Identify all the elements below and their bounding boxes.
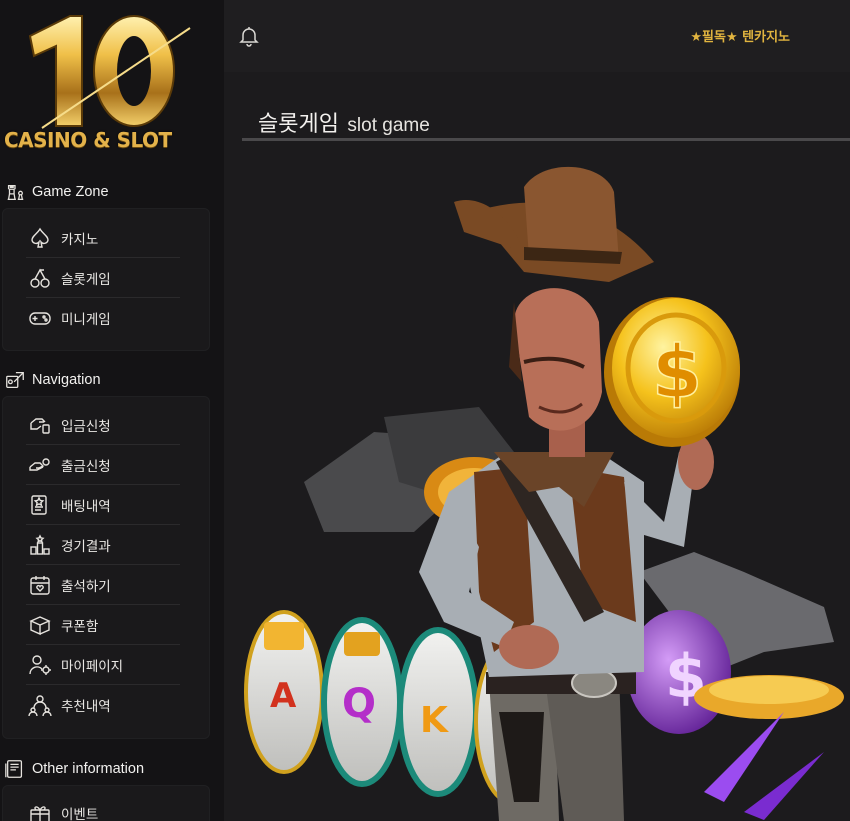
page-title-english: slot game [347, 115, 430, 136]
sidebar: CASINO & SLOT Game Zone 카지노 슬롯게임 미니게임 Na… [0, 0, 224, 821]
sidebar-item-label: 카지노 [61, 231, 99, 248]
calendar-icon [30, 575, 50, 595]
sidebar-item-referral[interactable]: 추천내역 [26, 685, 180, 725]
gamepad-icon [29, 312, 51, 325]
top-bar: ★필독★ 텐카지노 [224, 0, 850, 72]
referral-icon [28, 695, 52, 717]
sidebar-item-slot-game[interactable]: 슬롯게임 [26, 258, 180, 298]
page-title: 슬롯게임 slot game [258, 106, 430, 138]
title-divider [242, 138, 850, 141]
logo[interactable]: CASINO & SLOT [0, 0, 224, 170]
svg-text:A: A [270, 676, 297, 716]
page-title-korean: 슬롯게임 [258, 111, 339, 136]
section-game-zone: Game Zone [0, 177, 224, 207]
logo-ten-graphic [28, 15, 191, 129]
section-title: Other information [32, 761, 145, 777]
sidebar-item-label: 출금신청 [61, 458, 111, 475]
sidebar-item-label: 경기결과 [61, 538, 111, 555]
sidebar-item-withdraw[interactable]: 출금신청 [26, 445, 180, 485]
logo-caption: CASINO & SLOT [4, 128, 172, 152]
section-title: Game Zone [32, 184, 109, 200]
site-title-link[interactable]: ★필독★ 텐카지노 [690, 26, 790, 45]
results-icon [30, 533, 50, 555]
deposit-icon [30, 417, 50, 434]
section-navigation: Navigation [0, 365, 224, 395]
sidebar-item-label: 슬롯게임 [61, 271, 111, 288]
sidebar-item-label: 쿠폰함 [61, 618, 99, 635]
sidebar-item-my-page[interactable]: 마이페이지 [26, 645, 180, 685]
slot-game-banner-image[interactable]: $ A Q K $ [224, 152, 850, 821]
coupon-box-icon [29, 615, 51, 635]
document-icon [5, 760, 23, 778]
sidebar-item-casino[interactable]: 카지노 [26, 218, 180, 258]
sidebar-item-deposit[interactable]: 입금신청 [26, 405, 180, 445]
bell-icon[interactable] [237, 24, 261, 48]
section-title: Navigation [32, 372, 101, 388]
sidebar-item-label: 추천내역 [61, 699, 111, 715]
svg-text:$: $ [652, 330, 702, 414]
other-information-panel: 이벤트 [2, 785, 210, 821]
cherry-icon [30, 268, 50, 288]
sidebar-item-coupon-box[interactable]: 쿠폰함 [26, 605, 180, 645]
sidebar-item-mini-game[interactable]: 미니게임 [26, 298, 180, 338]
sidebar-item-event[interactable]: 이벤트 [26, 793, 180, 821]
withdraw-icon [29, 457, 50, 471]
gift-icon [30, 806, 50, 821]
sidebar-item-results[interactable]: 경기결과 [26, 525, 180, 565]
sidebar-item-label: 입금신청 [61, 418, 111, 435]
spade-icon [31, 227, 49, 248]
betting-history-icon [31, 494, 47, 515]
sidebar-item-label: 배팅내역 [61, 498, 111, 515]
navigation-panel: 입금신청 출금신청 배팅내역 경기결과 출석하기 쿠폰함 마이페이지 추천내역 [2, 396, 210, 739]
sidebar-item-label: 출석하기 [61, 578, 111, 595]
game-zone-panel: 카지노 슬롯게임 미니게임 [2, 208, 210, 351]
sidebar-item-label: 미니게임 [61, 312, 111, 328]
svg-text:Q: Q [342, 681, 376, 727]
sidebar-item-attendance[interactable]: 출석하기 [26, 565, 180, 605]
user-settings-icon [29, 654, 51, 675]
sidebar-item-betting-history[interactable]: 배팅내역 [26, 485, 180, 525]
svg-text:K: K [420, 700, 449, 741]
sidebar-item-label: 이벤트 [61, 807, 99, 821]
chess-icon [7, 184, 24, 200]
navigation-icon [6, 372, 24, 388]
section-other-information: Other information [0, 754, 224, 784]
main-content: 슬롯게임 slot game $ A Q K $ [224, 72, 850, 821]
sidebar-item-label: 마이페이지 [61, 658, 124, 675]
